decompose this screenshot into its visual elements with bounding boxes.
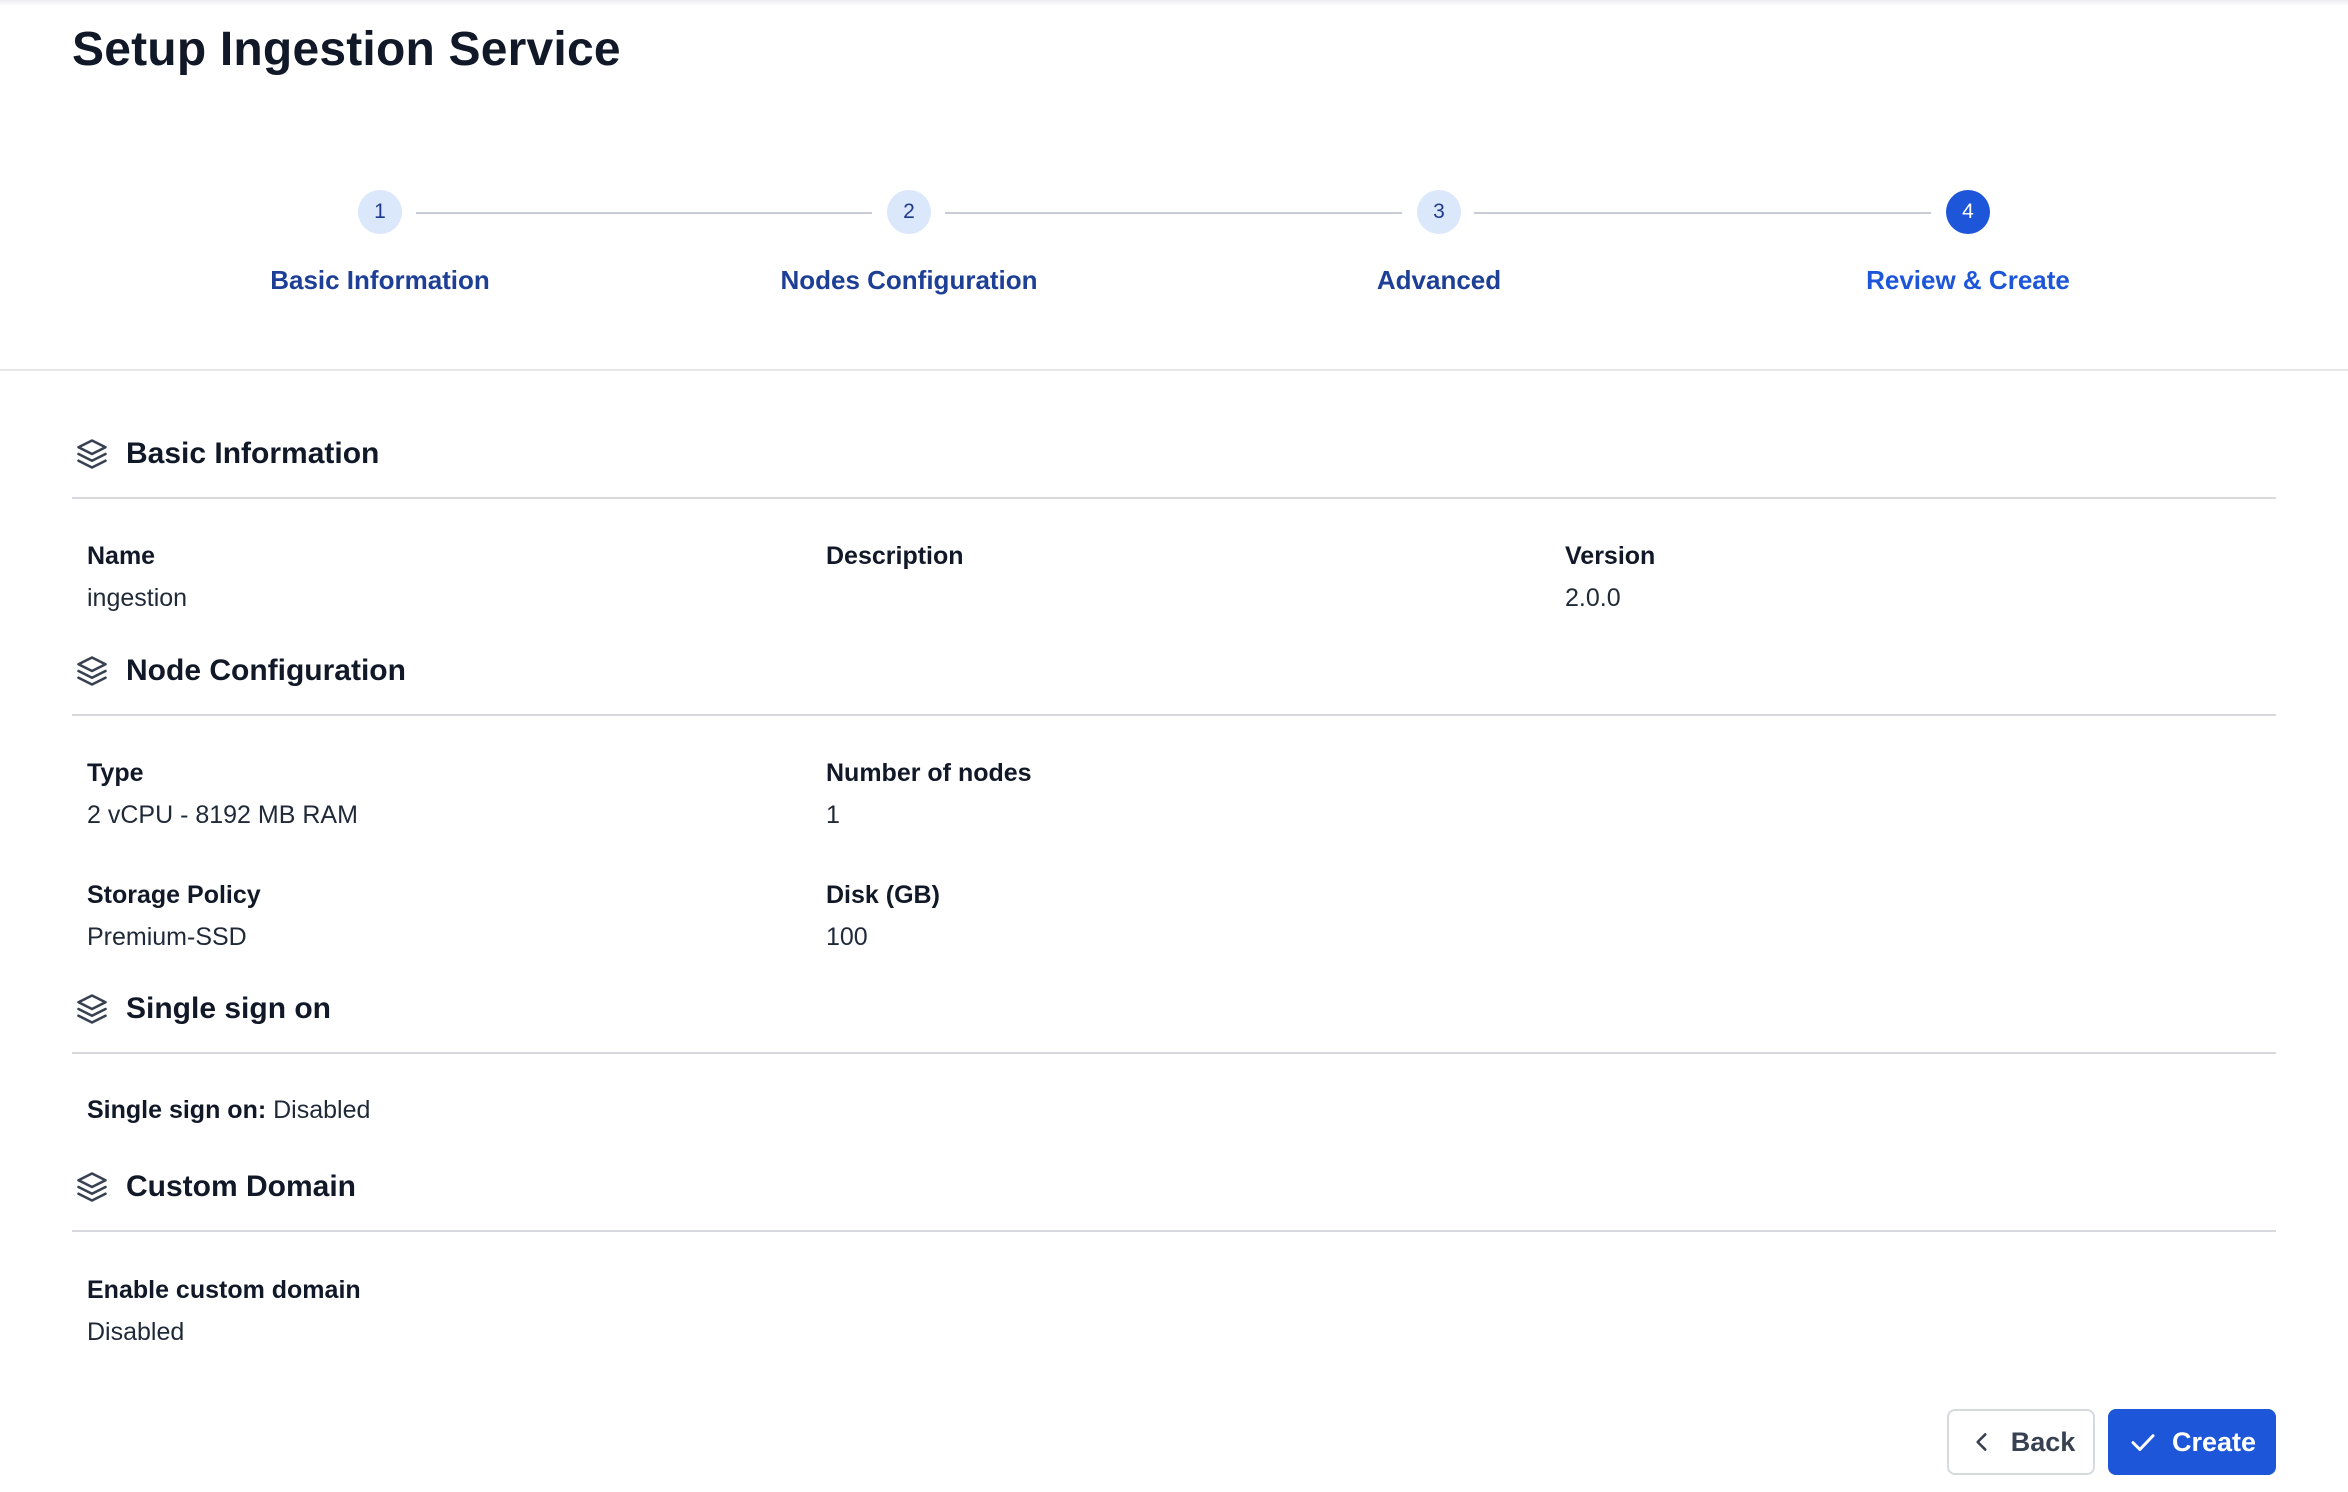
field-value: 2.0.0 bbox=[1565, 584, 1621, 612]
field-label: Name bbox=[87, 542, 156, 570]
field-disk-gb: Disk (GB) 100 bbox=[826, 879, 940, 953]
field-label: Number of nodes bbox=[826, 759, 1032, 787]
field-label: Type bbox=[87, 759, 144, 787]
field-value: 1 bbox=[826, 801, 840, 829]
field-label: Enable custom domain bbox=[87, 1276, 361, 1304]
create-button-label: Create bbox=[2171, 1426, 2257, 1457]
layers-icon bbox=[72, 989, 112, 1029]
section-single-sign-on: Single sign on bbox=[72, 989, 331, 1029]
field-label: Disk (GB) bbox=[826, 881, 940, 909]
field-storage-policy: Storage Policy Premium-SSD bbox=[87, 879, 261, 953]
field-version: Version 2.0.0 bbox=[1565, 540, 1655, 614]
field-value: Premium-SSD bbox=[87, 923, 247, 951]
create-button[interactable]: Create bbox=[2108, 1409, 2276, 1475]
step-2-circle[interactable]: 2 bbox=[887, 190, 931, 234]
section-divider bbox=[72, 497, 2276, 499]
back-button[interactable]: Back bbox=[1947, 1409, 2095, 1475]
field-value: 100 bbox=[826, 923, 868, 951]
section-basic-information: Basic Information bbox=[72, 434, 379, 474]
chevron-left-icon bbox=[1967, 1427, 1997, 1457]
field-label: Description bbox=[826, 542, 964, 570]
field-value: Disabled bbox=[273, 1096, 371, 1124]
field-label: Storage Policy bbox=[87, 881, 261, 909]
section-divider bbox=[72, 1230, 2276, 1232]
field-value: ingestion bbox=[87, 584, 188, 612]
field-number-of-nodes: Number of nodes 1 bbox=[826, 757, 1032, 831]
step-1-label[interactable]: Basic Information bbox=[180, 265, 580, 296]
step-connector bbox=[416, 212, 872, 214]
field-description: Description bbox=[826, 540, 964, 582]
section-title: Node Configuration bbox=[126, 654, 406, 687]
section-title: Custom Domain bbox=[126, 1170, 357, 1203]
step-4-label[interactable]: Review & Create bbox=[1768, 265, 2168, 296]
step-connector bbox=[945, 212, 1402, 214]
field-type: Type 2 vCPU - 8192 MB RAM bbox=[87, 757, 358, 831]
field-name: Name ingestion bbox=[87, 540, 187, 614]
section-divider bbox=[72, 1052, 2276, 1054]
wizard-stepper: 1 2 3 4 Basic Information Nodes Configur… bbox=[0, 0, 2348, 371]
step-2-label[interactable]: Nodes Configuration bbox=[709, 265, 1109, 296]
check-icon bbox=[2128, 1427, 2158, 1457]
field-value: Disabled bbox=[87, 1318, 185, 1346]
step-4-circle[interactable]: 4 bbox=[1946, 190, 1990, 234]
step-3-circle[interactable]: 3 bbox=[1417, 190, 1461, 234]
section-title: Basic Information bbox=[126, 437, 380, 470]
back-button-label: Back bbox=[2010, 1426, 2076, 1457]
step-1-circle[interactable]: 1 bbox=[358, 190, 402, 234]
step-3-label[interactable]: Advanced bbox=[1239, 265, 1639, 296]
section-node-configuration: Node Configuration bbox=[72, 651, 406, 691]
layers-icon bbox=[72, 651, 112, 691]
field-value: 2 vCPU - 8192 MB RAM bbox=[87, 801, 358, 829]
field-label: Version bbox=[1565, 542, 1656, 570]
section-custom-domain: Custom Domain bbox=[72, 1167, 356, 1207]
section-title: Single sign on bbox=[126, 992, 332, 1025]
field-enable-custom-domain: Enable custom domain Disabled bbox=[87, 1274, 361, 1348]
step-connector bbox=[1474, 212, 1931, 214]
field-label: Single sign on: bbox=[87, 1096, 267, 1124]
layers-icon bbox=[72, 1167, 112, 1207]
layers-icon bbox=[72, 434, 112, 474]
field-single-sign-on: Single sign on: Disabled bbox=[87, 1096, 370, 1125]
section-divider bbox=[72, 714, 2276, 716]
stepper-divider bbox=[0, 369, 2348, 371]
